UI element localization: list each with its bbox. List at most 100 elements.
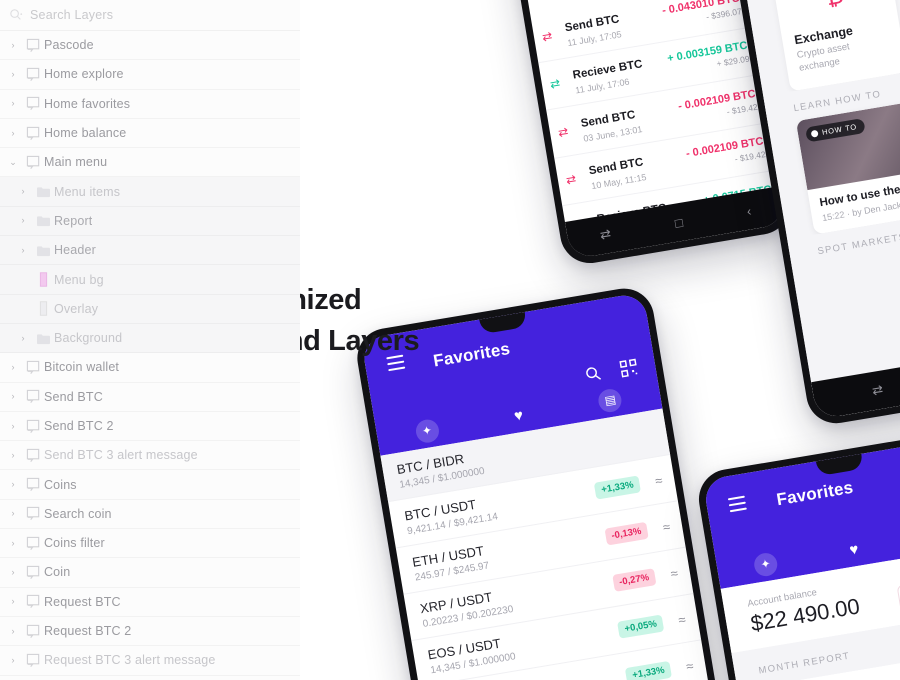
layer-row-home-balance[interactable]: › Home balance — [0, 118, 300, 149]
chevron-right-icon[interactable]: › — [14, 216, 32, 225]
chevron-right-icon[interactable]: › — [4, 99, 22, 108]
layer-row-background[interactable]: › Background — [0, 323, 300, 354]
layer-name: Home balance — [44, 126, 127, 141]
layer-row-request-btc[interactable]: › Request BTC — [0, 587, 300, 617]
layer-row-send-btc-3-alert-message[interactable]: › Send BTC 3 alert message — [0, 441, 300, 471]
layer-name: Coin — [44, 565, 71, 580]
chevron-right-icon[interactable]: › — [4, 40, 22, 50]
heart-icon[interactable]: ♥ — [848, 540, 860, 558]
heart-icon[interactable]: ♥ — [513, 406, 525, 424]
layer-row-menu-items[interactable]: › Menu items — [0, 177, 300, 207]
layer-row-menu-bg[interactable]: › Menu bg — [0, 265, 300, 295]
badge-label: HOW TO — [821, 121, 858, 137]
phone-screen-balance: Favorites ✦ ♥ ▤ Account balance $22 490.… — [702, 434, 900, 680]
layer-thumbnail-group-icon — [22, 360, 44, 375]
layer-row-send-btc-2[interactable]: › Send BTC 2 — [0, 411, 300, 442]
chevron-right-icon[interactable]: › — [4, 421, 22, 431]
search-input[interactable]: Search Layers — [30, 8, 113, 22]
hamburger-icon[interactable] — [727, 495, 748, 517]
layer-thumbnail-folder-icon — [32, 214, 54, 227]
chevron-right-icon[interactable]: › — [4, 450, 22, 460]
layer-thumbnail-group-icon — [22, 67, 44, 82]
chevron-right-icon[interactable]: › — [4, 538, 22, 548]
transaction-amount: + 0.0715 BTC — [710, 231, 781, 255]
chevron-right-icon[interactable]: › — [4, 392, 22, 401]
layer-name: Menu bg — [54, 272, 104, 287]
layer-thumbnail-group-icon — [22, 155, 44, 170]
layer-row-overlay[interactable]: › Overlay — [0, 294, 300, 324]
back-icon[interactable]: ‹ — [746, 203, 753, 219]
phone-notch — [479, 311, 528, 335]
chevron-right-icon[interactable]: › — [14, 187, 32, 196]
recent-apps-icon[interactable]: ⇄ — [599, 226, 612, 244]
chevron-right-icon[interactable]: › — [4, 597, 22, 606]
layer-name: Home favorites — [44, 96, 131, 111]
transaction-usd: + $658.44 — [743, 244, 783, 260]
pair-change-badge: +1,33% — [594, 474, 641, 500]
layer-name: Send BTC 3 alert message — [44, 448, 198, 463]
layer-row-coins[interactable]: › Coins — [0, 470, 300, 500]
home-icon[interactable]: □ — [674, 214, 684, 230]
layer-row-pascode[interactable]: › Pascode — [0, 31, 300, 61]
chevron-down-icon[interactable]: ⌄ — [4, 157, 22, 167]
chevron-right-icon[interactable]: › — [14, 245, 32, 255]
compass-icon[interactable]: ✦ — [752, 550, 779, 578]
chevron-right-icon[interactable]: › — [4, 69, 22, 79]
layer-name: Send BTC — [44, 389, 103, 404]
layer-row-coins-filter[interactable]: › Coins filter — [0, 529, 300, 559]
chevron-right-icon[interactable]: › — [4, 480, 22, 489]
layer-thumbnail-group-icon — [22, 126, 44, 141]
layer-name: Coins filter — [44, 536, 105, 551]
chevron-right-icon[interactable]: › — [4, 626, 22, 636]
layer-thumbnail-shape-pink-icon — [32, 272, 54, 287]
phone-mockup-balance: Favorites ✦ ♥ ▤ Account balance $22 490.… — [694, 426, 900, 680]
search-layers-row[interactable]: Search Layers — [0, 0, 300, 31]
appbar-title: Favorites — [775, 477, 855, 510]
transaction-list[interactable]: ⇄ Send BTC 11 July, 17:05- 0.043010 BTC - $… — [530, 0, 787, 260]
card-icon[interactable]: ▤ — [597, 386, 624, 414]
layer-name: Pascode — [44, 38, 94, 53]
transfer-arrows-icon: ⇄ — [548, 76, 562, 92]
search-icon[interactable] — [584, 364, 604, 384]
layer-row-header[interactable]: › Header — [0, 236, 300, 266]
recent-apps-icon[interactable]: ⇄ — [871, 382, 884, 400]
chevron-right-icon[interactable]: › — [14, 333, 32, 343]
layer-thumbnail-group-icon — [22, 389, 44, 404]
layer-thumbnail-group-icon — [22, 594, 44, 609]
pair-change-badge: +1,33% — [625, 660, 672, 680]
pair-change-badge: -0,27% — [611, 567, 657, 592]
chevron-right-icon[interactable]: › — [4, 567, 22, 577]
sparkline-icon: ≈ — [653, 472, 664, 489]
layer-row-search-coin[interactable]: › Search coin — [0, 499, 300, 530]
layer-row-report[interactable]: › Report — [0, 206, 300, 237]
layer-name: Search coin — [44, 506, 112, 521]
layer-thumbnail-group-icon — [22, 96, 44, 111]
layer-row-request-btc-2[interactable]: › Request BTC 2 — [0, 616, 300, 647]
layer-name: Overlay — [54, 301, 99, 316]
layer-thumbnail-folder-icon — [32, 332, 54, 345]
chevron-right-icon[interactable]: › — [4, 362, 22, 372]
layer-row-request-btc-3-alert-message[interactable]: › Request BTC 3 alert message — [0, 646, 300, 676]
layer-name: Send BTC 2 — [44, 419, 114, 433]
layer-row-home-explore[interactable]: › Home explore — [0, 60, 300, 90]
layer-row-btc-address[interactable]: ›BTC Address — [0, 675, 300, 680]
qr-icon[interactable] — [619, 358, 639, 378]
layer-name: Background — [54, 331, 123, 346]
chevron-right-icon[interactable]: › — [4, 509, 22, 518]
layer-row-home-favorites[interactable]: › Home favorites — [0, 89, 300, 119]
layer-name: Request BTC — [44, 594, 121, 609]
layer-thumbnail-group-icon — [22, 38, 44, 53]
layer-row-send-btc[interactable]: › Send BTC — [0, 382, 300, 412]
chevron-right-icon[interactable]: › — [4, 655, 22, 665]
layer-row-bitcoin-wallet[interactable]: › Bitcoin wallet — [0, 353, 300, 383]
disclosure-spacer: › — [14, 275, 32, 284]
layer-thumbnail-group-icon — [22, 448, 44, 463]
layer-row-coin[interactable]: › Coin — [0, 558, 300, 588]
layer-name: Report — [54, 213, 93, 228]
layer-row-main-menu[interactable]: ⌄ Main menu — [0, 148, 300, 178]
chevron-right-icon[interactable]: › — [4, 128, 22, 138]
compass-icon[interactable]: ✦ — [413, 417, 441, 444]
transfer-arrows-icon: ⇄ — [556, 124, 570, 140]
layer-thumbnail-folder-icon — [32, 185, 54, 198]
trading-pair-list[interactable]: BTC / BIDR 14,345 / $1.000000 BTC / USDT 9,… — [380, 408, 733, 680]
